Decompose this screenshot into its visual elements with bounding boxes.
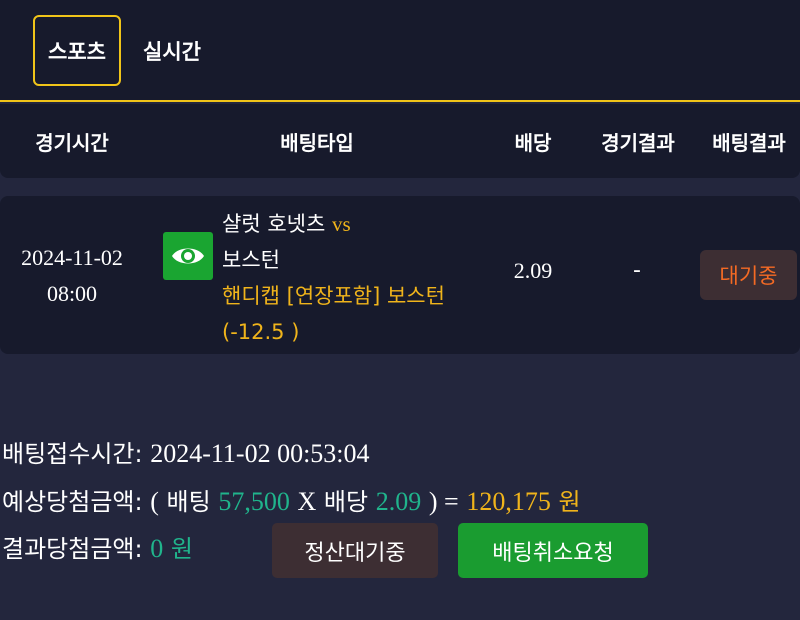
payout-currency: 원 xyxy=(558,488,581,516)
table-row: 2024-11-02 08:00 샬럿 호넷츠 vs 보스턴 핸디캡 [연장포함… xyxy=(0,196,800,354)
header-bet-type: 배팅타입 xyxy=(280,130,354,155)
stake-label: 배팅 xyxy=(166,488,211,516)
game-time: 2024-11-02 08:00 xyxy=(0,240,144,312)
result-value: 0 xyxy=(150,534,164,563)
received-label: 배팅접수시간: xyxy=(2,440,143,468)
view-game-button[interactable] xyxy=(163,232,213,280)
tab-sports[interactable]: 스포츠 xyxy=(33,15,121,86)
header-game-time: 경기시간 xyxy=(35,130,109,155)
result-currency: 원 xyxy=(170,535,193,563)
top-navigation: 스포츠 실시간 xyxy=(0,0,800,102)
eye-icon xyxy=(172,248,204,264)
open-paren: ( xyxy=(150,487,159,516)
bet-pick: 핸디캡 [연장포함] 보스턴 xyxy=(222,284,445,308)
cancel-bet-button[interactable]: 배팅취소요청 xyxy=(458,523,648,578)
result-payout-line: 결과당첨금액: 0 원 xyxy=(2,531,193,567)
stake-value: 57,500 xyxy=(218,487,290,516)
odds-label: 배당 xyxy=(323,488,369,516)
payout-value: 120,175 xyxy=(466,487,551,516)
vs-label: vs xyxy=(331,212,351,236)
header-bet-result: 배팅결과 xyxy=(712,130,786,155)
game-clock: 08:00 xyxy=(46,281,98,306)
received-value: 2024-11-02 00:53:04 xyxy=(150,439,370,468)
home-team: 샬럿 호넷츠 xyxy=(222,212,326,236)
header-odds: 배당 xyxy=(514,130,552,155)
settlement-pending-button[interactable]: 정산대기중 xyxy=(272,523,438,578)
away-team: 보스턴 xyxy=(222,248,280,272)
status-badge: 대기중 xyxy=(700,250,797,300)
bet-info: 샬럿 호넷츠 vs 보스턴 핸디캡 [연장포함] 보스턴 (-12.5 ) xyxy=(222,206,492,350)
received-time-line: 배팅접수시간: 2024-11-02 00:53:04 xyxy=(2,436,370,472)
expected-payout-line: 예상당첨금액: ( 배팅 57,500 X 배당 2.09 ) = 120,17… xyxy=(2,484,581,520)
times-sign: X xyxy=(297,487,317,516)
handicap-value: (-12.5 ) xyxy=(222,320,300,344)
table-header: 경기시간 배팅타입 배당 경기결과 배팅결과 xyxy=(0,104,800,178)
result-label: 결과당첨금액: xyxy=(2,535,143,563)
header-game-result: 경기결과 xyxy=(601,130,675,155)
game-result-value: - xyxy=(633,258,641,283)
summary-odds-value: 2.09 xyxy=(375,487,422,516)
odds-value: 2.09 xyxy=(513,258,553,283)
game-date: 2024-11-02 xyxy=(21,245,123,270)
equals-sign: ) = xyxy=(428,487,459,516)
expected-label: 예상당첨금액: xyxy=(2,488,143,516)
tab-live[interactable]: 실시간 xyxy=(128,15,216,86)
